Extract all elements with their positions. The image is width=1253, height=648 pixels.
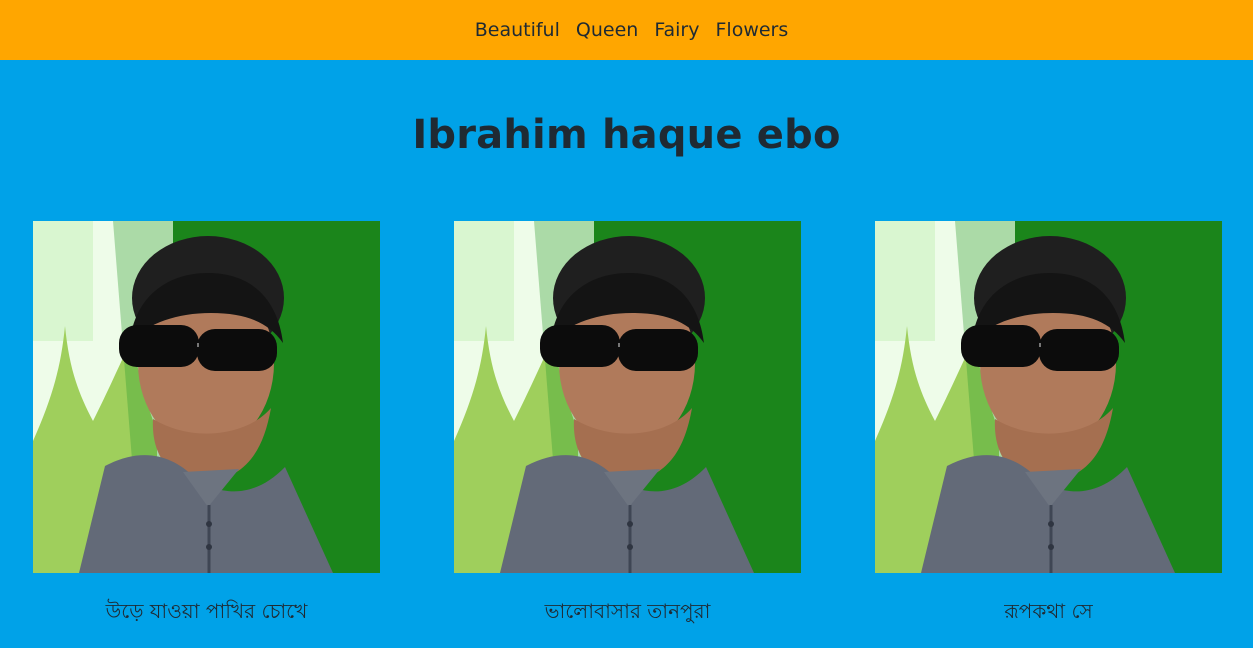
card-caption: উড়ে যাওয়া পাখির চোখে — [105, 599, 308, 623]
portrait-image — [33, 221, 380, 573]
card-caption: ভালোবাসার তানপুরা — [544, 599, 711, 623]
gallery-card: ভালোবাসার তানপুরা — [454, 221, 801, 631]
nav-fairy-link[interactable]: Fairy — [654, 20, 699, 40]
top-nav-bar: Beautiful Queen Fairy Flowers — [0, 0, 1253, 60]
nav-queen-link[interactable]: Queen — [576, 20, 638, 40]
page-title: Ibrahim haque ebo — [412, 112, 841, 158]
gallery-grid: উড়ে যাওয়া পাখির চোখে ভালোবাসার তানপুরা… — [33, 221, 1222, 631]
nav-beautiful-link[interactable]: Beautiful — [475, 20, 560, 40]
nav-flowers-link[interactable]: Flowers — [715, 20, 788, 40]
portrait-image — [454, 221, 801, 573]
gallery-card: রূপকথা সে — [875, 221, 1222, 631]
gallery-card: উড়ে যাওয়া পাখির চোখে — [33, 221, 380, 631]
card-caption: রূপকথা সে — [1004, 599, 1093, 623]
portrait-image — [875, 221, 1222, 573]
